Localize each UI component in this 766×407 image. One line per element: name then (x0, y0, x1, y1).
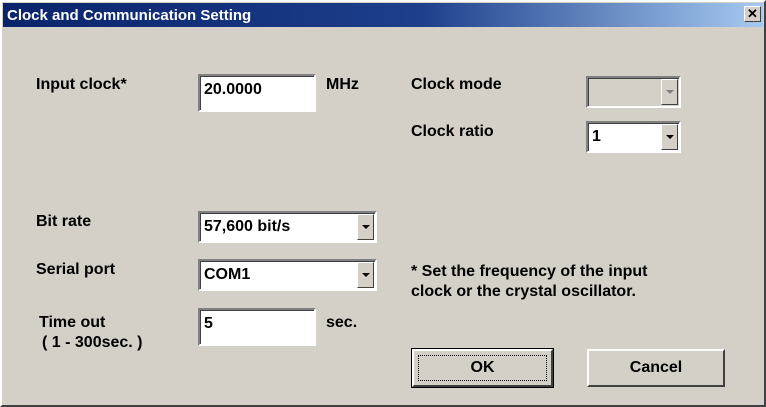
clock-communication-dialog: Clock and Communication Setting ✕ Input … (0, 0, 766, 407)
dialog-title: Clock and Communication Setting (7, 7, 252, 24)
bit-rate-combobox[interactable]: 57,600 bit/s (198, 211, 377, 243)
clock-ratio-value: 1 (592, 128, 601, 145)
input-clock-value: 20.0000 (204, 81, 262, 98)
clock-ratio-combobox[interactable]: 1 (586, 121, 681, 153)
note-line-2: clock or the crystal oscillator. (411, 283, 636, 300)
chevron-down-icon[interactable] (661, 124, 678, 150)
clock-mode-combobox[interactable] (586, 76, 681, 108)
note-line-1: * Set the frequency of the input (411, 263, 648, 280)
time-out-range: ( 1 - 300sec. ) (42, 334, 143, 351)
ok-button[interactable]: OK (411, 348, 554, 388)
serial-port-value: COM1 (204, 266, 251, 283)
close-icon: ✕ (747, 6, 758, 21)
input-clock-unit: MHz (326, 76, 359, 93)
chevron-down-icon[interactable] (357, 262, 374, 288)
serial-port-combobox[interactable]: COM1 (198, 259, 377, 291)
cancel-button[interactable]: Cancel (587, 349, 725, 387)
serial-port-label: Serial port (36, 261, 116, 278)
chevron-down-icon[interactable] (357, 214, 374, 240)
input-clock-field[interactable]: 20.0000 (198, 74, 316, 112)
bit-rate-label: Bit rate (36, 213, 92, 230)
cancel-button-label: Cancel (629, 359, 683, 376)
time-out-label: Time out (39, 314, 106, 331)
time-out-value: 5 (204, 315, 213, 332)
time-out-unit: sec. (326, 314, 358, 331)
clock-ratio-label: Clock ratio (411, 123, 494, 140)
close-button[interactable]: ✕ (744, 6, 761, 22)
input-clock-label: Input clock* (36, 76, 127, 93)
time-out-field[interactable]: 5 (198, 308, 316, 346)
title-bar[interactable]: Clock and Communication Setting ✕ (3, 3, 763, 27)
chevron-down-icon[interactable] (661, 79, 678, 105)
clock-mode-label: Clock mode (411, 76, 502, 93)
focus-rectangle (418, 355, 547, 381)
bit-rate-value: 57,600 bit/s (204, 218, 291, 235)
